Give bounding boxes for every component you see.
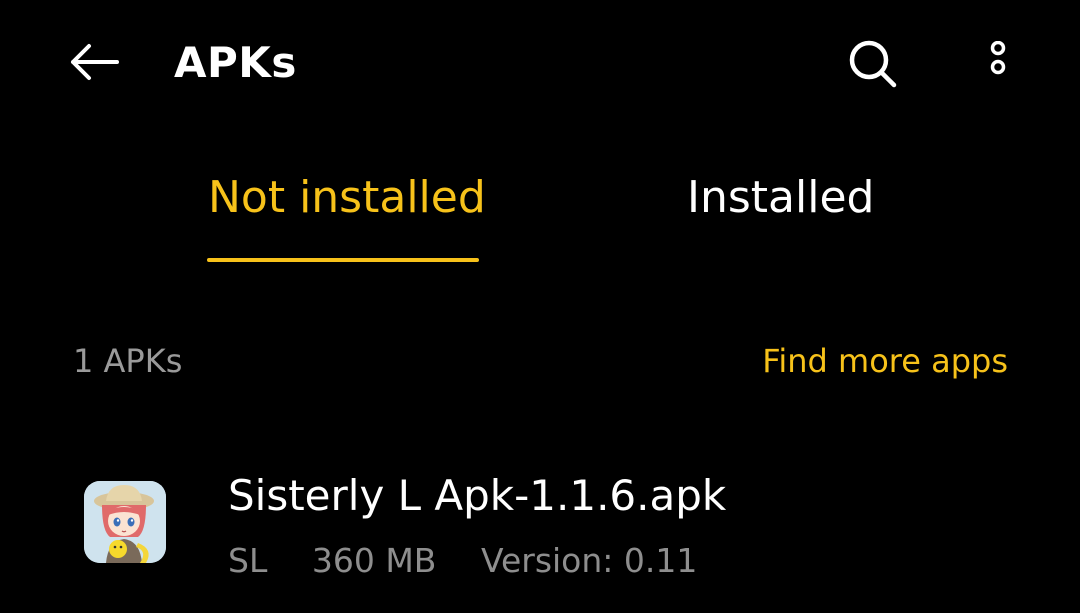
back-button[interactable] <box>62 37 124 87</box>
arrow-left-icon <box>71 44 119 80</box>
tab-not-installed[interactable]: Not installed <box>180 160 510 262</box>
list-header: 1 APKs Find more apps <box>0 330 1080 390</box>
tab-installed[interactable]: Installed <box>660 160 920 260</box>
search-button[interactable] <box>842 33 904 95</box>
apk-count: 1 APKs <box>73 342 183 380</box>
more-vertical-icon <box>990 41 1006 75</box>
page-title: APKs <box>174 38 297 87</box>
more-options-button[interactable] <box>974 33 1022 95</box>
apk-file-name: Sisterly L Apk-1.1.6.apk <box>228 471 727 520</box>
find-more-apps-link[interactable]: Find more apps <box>762 341 1008 381</box>
search-icon <box>849 40 897 88</box>
tab-selected-indicator <box>207 258 479 262</box>
apk-short-name: SL <box>228 541 268 580</box>
app-bar: APKs <box>0 0 1080 124</box>
apk-meta: SL 360 MB Version: 0.11 <box>228 541 697 581</box>
tab-not-installed-label: Not installed <box>208 172 486 223</box>
apk-version: Version: 0.11 <box>480 541 698 580</box>
tab-installed-label: Installed <box>687 172 875 223</box>
list-item[interactable]: Sisterly L Apk-1.1.6.apk SL 360 MB Versi… <box>0 445 1080 605</box>
apk-size: 360 MB <box>311 541 437 580</box>
app-icon <box>84 481 166 563</box>
tab-bar: Not installed Installed <box>0 160 1080 270</box>
